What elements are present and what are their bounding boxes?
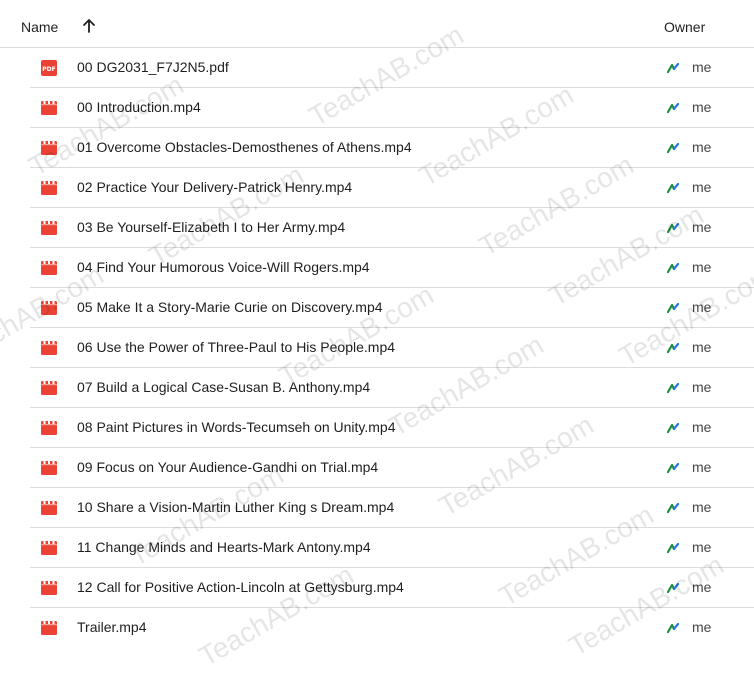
file-row[interactable]: 04 Find Your Humorous Voice-Will Rogers.… bbox=[30, 248, 754, 288]
video-file-icon bbox=[41, 141, 57, 155]
shared-drive-icon bbox=[666, 62, 680, 74]
file-row[interactable]: 03 Be Yourself-Elizabeth I to Her Army.m… bbox=[30, 208, 754, 248]
file-row[interactable]: 06 Use the Power of Three-Paul to His Pe… bbox=[30, 328, 754, 368]
shared-drive-icon bbox=[666, 582, 680, 594]
file-row[interactable]: 11 Change Minds and Hearts-Mark Antony.m… bbox=[30, 528, 754, 568]
shared-drive-icon bbox=[666, 622, 680, 634]
file-name[interactable]: 02 Practice Your Delivery-Patrick Henry.… bbox=[77, 179, 352, 195]
pdf-file-icon: PDF bbox=[41, 60, 57, 76]
shared-drive-icon bbox=[666, 342, 680, 354]
shared-drive-icon bbox=[666, 382, 680, 394]
video-file-icon bbox=[41, 221, 57, 235]
file-list: PDF 00 DG2031_F7J2N5.pdf me 00 Introduction… bbox=[0, 48, 754, 648]
file-name[interactable]: 04 Find Your Humorous Voice-Will Rogers.… bbox=[77, 259, 370, 275]
file-name[interactable]: 01 Overcome Obstacles-Demosthenes of Ath… bbox=[77, 139, 412, 155]
owner-label: me bbox=[692, 99, 712, 115]
arrow-up-icon[interactable] bbox=[80, 17, 98, 35]
file-row[interactable]: 02 Practice Your Delivery-Patrick Henry.… bbox=[30, 168, 754, 208]
video-file-icon bbox=[41, 301, 57, 315]
owner-label: me bbox=[692, 139, 712, 155]
shared-drive-icon bbox=[666, 422, 680, 434]
video-file-icon bbox=[41, 581, 57, 595]
file-row[interactable]: 05 Make It a Story-Marie Curie on Discov… bbox=[30, 288, 754, 328]
video-file-icon bbox=[41, 261, 57, 275]
file-row[interactable]: 01 Overcome Obstacles-Demosthenes of Ath… bbox=[30, 128, 754, 168]
name-column-header[interactable]: Name bbox=[21, 19, 58, 35]
file-name[interactable]: 07 Build a Logical Case-Susan B. Anthony… bbox=[77, 379, 370, 395]
video-file-icon bbox=[41, 341, 57, 355]
owner-label: me bbox=[692, 539, 712, 555]
owner-label: me bbox=[692, 59, 712, 75]
file-name[interactable]: 03 Be Yourself-Elizabeth I to Her Army.m… bbox=[77, 219, 345, 235]
file-name[interactable]: 06 Use the Power of Three-Paul to His Pe… bbox=[77, 339, 395, 355]
owner-label: me bbox=[692, 619, 712, 635]
shared-drive-icon bbox=[666, 302, 680, 314]
file-name[interactable]: Trailer.mp4 bbox=[77, 619, 147, 635]
owner-label: me bbox=[692, 219, 712, 235]
video-file-icon bbox=[41, 101, 57, 115]
video-file-icon bbox=[41, 181, 57, 195]
file-row[interactable]: 08 Paint Pictures in Words-Tecumseh on U… bbox=[30, 408, 754, 448]
shared-drive-icon bbox=[666, 102, 680, 114]
shared-drive-icon bbox=[666, 262, 680, 274]
file-row[interactable]: 10 Share a Vision-Martin Luther King s D… bbox=[30, 488, 754, 528]
file-row[interactable]: 07 Build a Logical Case-Susan B. Anthony… bbox=[30, 368, 754, 408]
owner-label: me bbox=[692, 299, 712, 315]
file-name[interactable]: 08 Paint Pictures in Words-Tecumseh on U… bbox=[77, 419, 396, 435]
video-file-icon bbox=[41, 381, 57, 395]
video-file-icon bbox=[41, 621, 57, 635]
file-row[interactable]: PDF 00 DG2031_F7J2N5.pdf me bbox=[30, 48, 754, 88]
owner-label: me bbox=[692, 339, 712, 355]
file-name[interactable]: 05 Make It a Story-Marie Curie on Discov… bbox=[77, 299, 383, 315]
owner-column-header[interactable]: Owner bbox=[664, 19, 705, 35]
file-name[interactable]: 00 Introduction.mp4 bbox=[77, 99, 201, 115]
file-name[interactable]: 11 Change Minds and Hearts-Mark Antony.m… bbox=[77, 539, 371, 555]
owner-label: me bbox=[692, 419, 712, 435]
file-list-header: Name Owner bbox=[0, 0, 754, 48]
file-name[interactable]: 10 Share a Vision-Martin Luther King s D… bbox=[77, 499, 394, 515]
svg-text:PDF: PDF bbox=[42, 66, 55, 73]
owner-label: me bbox=[692, 459, 712, 475]
file-name[interactable]: 00 DG2031_F7J2N5.pdf bbox=[77, 59, 229, 75]
shared-drive-icon bbox=[666, 222, 680, 234]
shared-drive-icon bbox=[666, 182, 680, 194]
video-file-icon bbox=[41, 461, 57, 475]
file-row[interactable]: 12 Call for Positive Action-Lincoln at G… bbox=[30, 568, 754, 608]
video-file-icon bbox=[41, 541, 57, 555]
shared-drive-icon bbox=[666, 542, 680, 554]
shared-drive-icon bbox=[666, 502, 680, 514]
shared-drive-icon bbox=[666, 462, 680, 474]
file-row[interactable]: Trailer.mp4 me bbox=[30, 608, 754, 648]
file-name[interactable]: 12 Call for Positive Action-Lincoln at G… bbox=[77, 579, 404, 595]
shared-drive-icon bbox=[666, 142, 680, 154]
owner-label: me bbox=[692, 499, 712, 515]
file-row[interactable]: 00 Introduction.mp4 me bbox=[30, 88, 754, 128]
file-row[interactable]: 09 Focus on Your Audience-Gandhi on Tria… bbox=[30, 448, 754, 488]
owner-label: me bbox=[692, 579, 712, 595]
video-file-icon bbox=[41, 421, 57, 435]
video-file-icon bbox=[41, 501, 57, 515]
owner-label: me bbox=[692, 259, 712, 275]
file-name[interactable]: 09 Focus on Your Audience-Gandhi on Tria… bbox=[77, 459, 378, 475]
owner-label: me bbox=[692, 379, 712, 395]
owner-label: me bbox=[692, 179, 712, 195]
